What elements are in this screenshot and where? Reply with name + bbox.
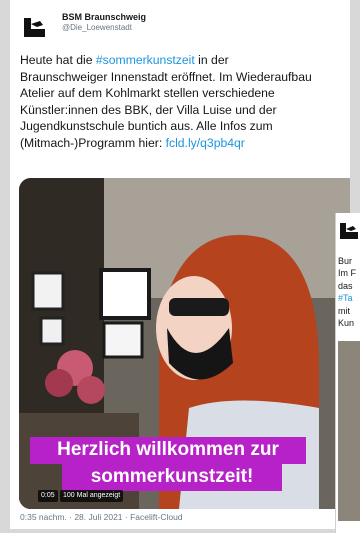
program-link[interactable]: fcld.ly/q3pb4qr (166, 136, 245, 150)
tweet-line: Braunschweiger Innenstadt eröffnet. Im W… (20, 69, 312, 84)
inset-tweet-card[interactable]: Bur Im F das #Ta mit Kun (335, 213, 360, 533)
lion-logo-icon (340, 223, 358, 239)
tweet-line: Jugendkunstschule buntich aus. Alle Info… (20, 119, 273, 133)
inset-image (338, 341, 360, 521)
author-handle[interactable]: @Die_Loewenstadt (62, 23, 146, 32)
tweet-line: Künstler:innen des BBK, der Villa Luise … (20, 102, 277, 117)
hashtag-link[interactable]: #sommerkunstzeit (96, 53, 195, 67)
tweet-line: Heute hat die #sommerkunstzeit in der (20, 53, 229, 67)
view-count-badge: 100 Mal angezeigt (60, 490, 124, 502)
tweet-timestamp[interactable]: 0:35 nachm. · 28. Juli 2021 · Facelift-C… (20, 512, 183, 522)
lion-logo-icon[interactable] (20, 12, 50, 42)
caption-line-1: Herzlich willkommen zur (30, 437, 306, 464)
tweet-text: Heute hat die #sommerkunstzeit in der Br… (20, 52, 360, 151)
tweet-header: BSM Braunschweig @Die_Loewenstadt (20, 10, 320, 44)
tweet-line: (Mitmach-)Programm hier: fcld.ly/q3pb4qr (20, 135, 245, 150)
video-time-badge: 0:05 (38, 490, 58, 502)
author-name[interactable]: BSM Braunschweig (62, 12, 146, 22)
caption-line-2: sommerkunstzeit! (62, 464, 282, 491)
inset-tweet-text: Bur Im F das #Ta mit Kun (338, 256, 356, 329)
tweet-line: Atelier auf dem Kohlmarkt stellen versch… (20, 86, 275, 100)
